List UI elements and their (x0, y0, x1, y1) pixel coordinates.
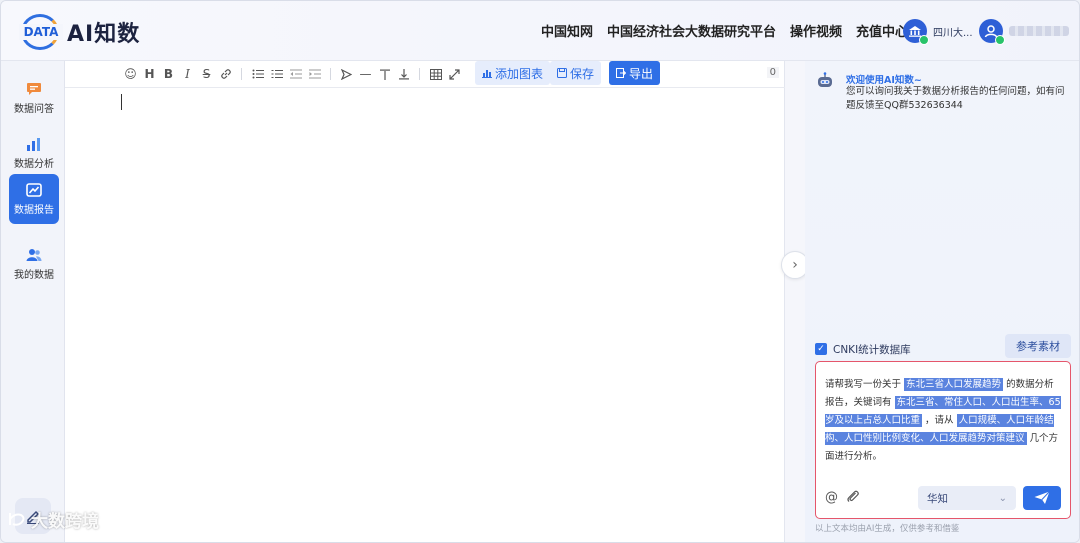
users-icon (26, 248, 42, 261)
editor-toolbar: ☺ H B I S — 添加图表 保存 导出 0 (65, 61, 785, 88)
top-header: DATA AI知数 中国知网 中国经济社会大数据研究平台 操作视频 充值中心 四… (1, 1, 1079, 61)
numbered-list-icon[interactable] (269, 66, 284, 82)
report-icon (26, 182, 42, 197)
user-name-redacted (1009, 26, 1069, 36)
indent-icon[interactable] (307, 66, 322, 82)
institution-icon (903, 19, 929, 45)
sidebar-item-data-analysis[interactable]: 数据分析 (9, 128, 59, 178)
sidebar-item-my-data[interactable]: 我的数据 (9, 239, 59, 289)
ai-chat-panel: 欢迎使用AI知数~ 您可以询问我关于数据分析报告的任何问题，如有问题反馈至QQ群… (805, 61, 1079, 542)
chat-bubble-icon (27, 82, 41, 95)
emoji-icon[interactable]: ☺ (123, 66, 138, 82)
prompt-text[interactable]: 请帮我写一份关于 东北三省人口发展趋势 的数据分析报告，关键词有 东北三省、常住… (825, 376, 1061, 466)
bold-icon[interactable]: B (161, 66, 176, 82)
org-name: 四川大... (933, 27, 973, 39)
attachment-icon[interactable] (846, 489, 860, 503)
prompt-input[interactable]: 请帮我写一份关于 东北三省人口发展趋势 的数据分析报告，关键词有 东北三省、常住… (815, 361, 1071, 519)
chevron-right-icon: › (792, 257, 798, 273)
report-editor[interactable]: ☺ H B I S — 添加图表 保存 导出 0 (65, 61, 785, 542)
app-title: AI知数 (67, 22, 141, 47)
user-account[interactable] (979, 19, 1069, 45)
export-button[interactable]: 导出 (609, 61, 661, 85)
bullet-list-icon[interactable] (250, 66, 265, 82)
welcome-title: 欢迎使用AI知数~ (846, 75, 922, 86)
word-count: 0 (766, 67, 779, 78)
sidebar-item-data-report[interactable]: 数据报告 (9, 174, 59, 224)
reference-material-button[interactable]: 参考素材 (1005, 334, 1071, 358)
top-nav: 中国知网 中国经济社会大数据研究平台 操作视频 充值中心 (541, 21, 908, 40)
data-source-row: ✓ CNKI统计数据库 参考素材 (815, 334, 1071, 361)
send-icon (1034, 491, 1050, 504)
logo[interactable]: DATA AI知数 (19, 13, 140, 51)
bar-chart-icon (27, 137, 40, 151)
export-icon (616, 68, 626, 78)
align-top-icon[interactable] (377, 66, 392, 82)
text-cursor (121, 94, 122, 110)
outdent-icon[interactable] (288, 66, 303, 82)
chevron-down-icon: ⌄ (998, 492, 1007, 504)
left-sidebar: 数据问答 数据分析 数据报告 我的数据 (1, 61, 65, 542)
nav-recharge[interactable]: 充值中心 (856, 21, 908, 40)
nav-videos[interactable]: 操作视频 (790, 21, 842, 40)
welcome-message: 您可以询问我关于数据分析报告的任何问题，如有问题反馈至QQ群532636344 (846, 86, 1065, 111)
horizontal-rule-icon[interactable]: — (358, 66, 373, 82)
mention-icon[interactable]: @ (825, 490, 838, 505)
link-icon[interactable] (218, 66, 233, 82)
nav-research-platform[interactable]: 中国经济社会大数据研究平台 (607, 21, 776, 40)
org-account[interactable]: 四川大... (903, 19, 973, 45)
app-window: DATA AI知数 中国知网 中国经济社会大数据研究平台 操作视频 充值中心 四… (0, 0, 1080, 543)
watermark: 大数跨境 (7, 507, 99, 532)
save-icon (557, 68, 567, 78)
play-icon[interactable] (339, 66, 354, 82)
italic-icon[interactable]: I (180, 66, 195, 82)
strikethrough-icon[interactable]: S (199, 66, 214, 82)
sidebar-item-data-qa[interactable]: 数据问答 (9, 73, 59, 123)
send-button[interactable] (1023, 486, 1061, 510)
watermark-logo-icon (9, 512, 25, 526)
user-avatar-icon (979, 19, 1005, 45)
ai-disclaimer: 以上文本均由AI生成，仅供参考和借鉴 (815, 524, 960, 534)
table-icon[interactable] (428, 66, 443, 82)
model-select[interactable]: 华知 ⌄ (918, 486, 1016, 510)
save-button[interactable]: 保存 (550, 61, 602, 85)
heading-icon[interactable]: H (142, 66, 157, 82)
add-chart-button[interactable]: 添加图表 (475, 61, 551, 85)
fullscreen-icon[interactable] (447, 66, 462, 82)
robot-icon (818, 72, 832, 87)
cnki-checkbox[interactable]: ✓ (815, 343, 827, 355)
align-bottom-icon[interactable] (396, 66, 411, 82)
cnki-source-label: CNKI统计数据库 (833, 343, 911, 356)
nav-cnki[interactable]: 中国知网 (541, 21, 593, 40)
prompt-topic-highlight[interactable]: 东北三省人口发展趋势 (904, 378, 1004, 391)
chart-icon (482, 70, 492, 78)
logo-badge-icon: DATA (19, 14, 63, 50)
